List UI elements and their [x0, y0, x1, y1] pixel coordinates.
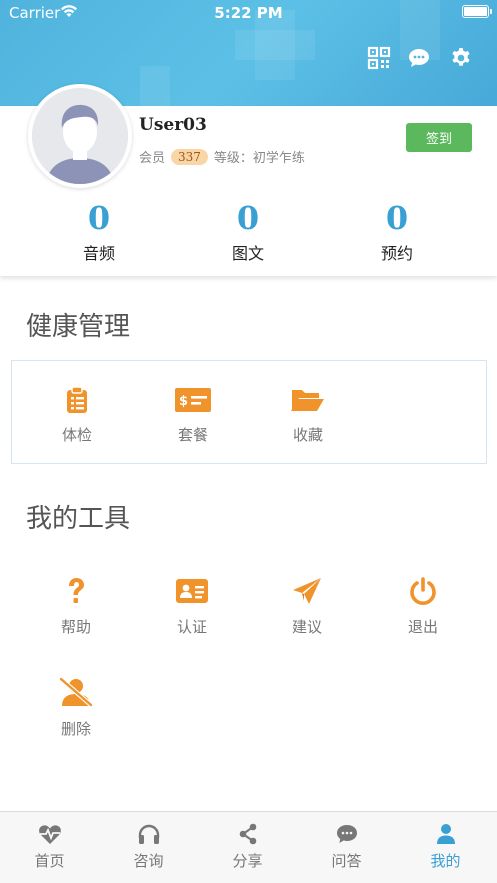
member-points-badge: 337 — [171, 148, 208, 165]
tab-label: 分享 — [232, 852, 263, 870]
health-section-title: 健康管理 — [26, 312, 131, 342]
stat-label: 图文 — [231, 244, 264, 263]
tool-certification[interactable]: 认证 — [152, 576, 232, 637]
tool-help[interactable]: 帮助 — [36, 576, 116, 637]
health-item-label: 体检 — [61, 426, 92, 444]
stat-audio[interactable]: 0 音频 — [39, 200, 159, 264]
tab-home[interactable]: 首页 — [0, 812, 99, 883]
username: User03 — [139, 115, 207, 135]
tab-qa[interactable]: 问答 — [297, 812, 396, 883]
tool-label: 删除 — [60, 720, 91, 738]
stat-article[interactable]: 0 图文 — [188, 200, 308, 264]
qr-code-icon[interactable] — [367, 46, 391, 70]
tools-section-title: 我的工具 — [26, 504, 131, 534]
header-decoration — [235, 30, 315, 60]
health-item-checkup[interactable]: 体检 — [37, 386, 117, 445]
checkin-button[interactable]: 签到 — [406, 123, 472, 152]
headphones-icon — [138, 824, 159, 844]
tab-share[interactable]: 分享 — [198, 812, 297, 883]
stat-label: 音频 — [82, 244, 115, 263]
tool-label: 认证 — [176, 618, 207, 636]
health-item-label: 收藏 — [292, 426, 323, 444]
folder-open-icon — [291, 390, 324, 411]
svg-text:$: $ — [179, 394, 188, 409]
user-icon — [436, 824, 455, 844]
share-icon — [239, 823, 256, 845]
tool-feedback[interactable]: 建议 — [267, 576, 347, 637]
ticket-icon: $ — [175, 388, 211, 412]
member-info: 会员 337 等级：初学乍练 — [139, 147, 305, 166]
tool-delete[interactable]: 删除 — [36, 676, 116, 739]
tool-label: 帮助 — [60, 618, 91, 636]
tab-label: 首页 — [34, 852, 65, 870]
id-card-icon — [176, 579, 208, 603]
heartbeat-icon — [38, 825, 61, 844]
tool-logout[interactable]: 退出 — [383, 576, 463, 637]
user-delete-icon — [59, 677, 93, 707]
tool-label: 建议 — [291, 618, 322, 636]
battery-tip — [490, 9, 492, 14]
tab-bar: 首页 咨询 分享 问答 我的 — [0, 811, 497, 883]
stat-value: 0 — [385, 199, 409, 237]
tab-label: 我的 — [430, 852, 461, 870]
chat-icon[interactable] — [407, 46, 431, 70]
stat-value: 0 — [87, 199, 111, 237]
health-item-label: 套餐 — [177, 426, 208, 444]
power-icon — [410, 577, 436, 605]
avatar[interactable] — [28, 84, 132, 188]
level-text: 等级：初学乍练 — [213, 151, 305, 166]
question-icon — [69, 578, 84, 603]
default-avatar-icon — [32, 88, 128, 184]
tab-consult[interactable]: 咨询 — [99, 812, 198, 883]
health-item-favorites[interactable]: 收藏 — [268, 386, 348, 445]
comments-icon — [336, 825, 357, 843]
tool-label: 退出 — [407, 618, 438, 636]
gear-icon[interactable] — [449, 46, 473, 70]
tab-label: 问答 — [331, 852, 362, 870]
tab-label: 咨询 — [133, 852, 164, 870]
clock: 5:22 PM — [214, 4, 283, 22]
status-bar: Carrier 5:22 PM — [0, 0, 497, 26]
paper-plane-icon — [293, 578, 321, 604]
stat-label: 预约 — [380, 244, 413, 263]
header-actions — [367, 46, 477, 70]
member-label: 会员 — [139, 151, 166, 166]
stat-appointment[interactable]: 0 预约 — [337, 200, 457, 264]
tab-mine[interactable]: 我的 — [396, 812, 495, 883]
battery-icon — [462, 5, 489, 18]
stat-value: 0 — [236, 199, 260, 237]
clipboard-icon — [67, 386, 87, 413]
health-item-package[interactable]: $ 套餐 — [153, 386, 233, 445]
header-decoration — [140, 66, 170, 106]
